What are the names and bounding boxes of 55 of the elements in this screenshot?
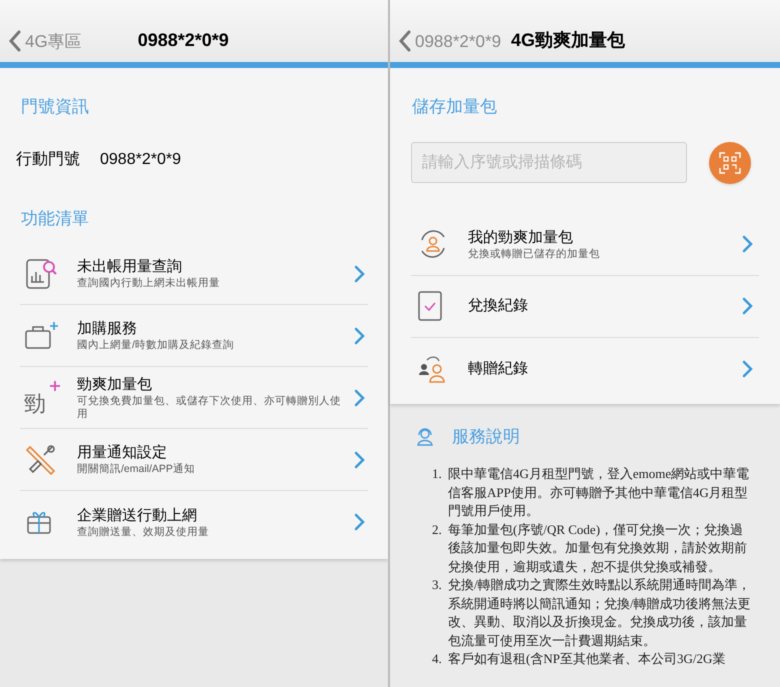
section-heading: 儲存加量包: [411, 96, 498, 118]
list-number: 2.: [432, 520, 443, 538]
menu-item-subtitle: 可兌換免費加量包、或儲存下次使用、亦可轉贈別人使用: [77, 394, 342, 420]
menu-item-subtitle: 國內上網量/時數加購及紀錄查詢: [77, 339, 235, 352]
note-text: 兌換/轉贈成功之實際生效時點以系統開通時間為準，系統開通時將以簡訊通知；兌換/轉贈成功後將無法更改、異動、取消以及折換現金。兌換成功後，該加量包流量可使用至次一計費週期結束。: [448, 576, 752, 650]
bag-plus-icon: [24, 320, 60, 350]
menu-item[interactable]: 用量通知設定 開關簡訊/email/APP通知: [20, 429, 368, 491]
menu-item[interactable]: 我的勁爽加量包 兌換或轉贈已儲存的加量包: [411, 214, 759, 276]
menu-item-title: 企業贈送行動上網: [77, 506, 198, 526]
nav-title: 4G勁爽加量包: [511, 29, 626, 52]
chevron-right-icon: [742, 297, 754, 315]
phone-number: 0988*2*0*9: [100, 150, 181, 170]
menu-item-subtitle: 查詢贈送量、效期及使用量: [77, 526, 210, 538]
qr-scan-button[interactable]: [709, 142, 751, 184]
chevron-right-icon: [354, 264, 366, 282]
chevron-right-icon: [354, 326, 366, 344]
menu-item-title: 兌換紀錄: [468, 296, 529, 316]
list-number: 4.: [432, 650, 443, 668]
code-input-field[interactable]: 請輸入序號或掃描條碼: [411, 142, 687, 183]
list-number: 3.: [432, 576, 443, 594]
note-text: 每筆加量包(序號/QR Code)，僅可兌換一次；兌換過後該加量包即失效。加量包有兌換效期，請於效期前兌換使用，逾期或遺失，恕不提供兌換或補發。: [448, 520, 748, 576]
menu-item[interactable]: 兌換紀錄: [411, 276, 759, 338]
menu-item[interactable]: 轉贈紀錄: [411, 338, 759, 400]
menu-item[interactable]: 勁 勁爽加量包 可兌換免費加量包、或儲存下次使用、亦可轉贈別人使用: [20, 367, 368, 429]
field-label: 行動門號: [16, 150, 80, 170]
checked-document-icon: [417, 290, 443, 322]
chevron-right-icon: [742, 360, 754, 378]
list-number: 1.: [432, 465, 443, 483]
menu-item-subtitle: 兌換或轉贈已儲存的加量包: [468, 248, 601, 260]
nav-title: 0988*2*0*9: [138, 29, 229, 52]
menu-item-title: 我的勁爽加量包: [468, 228, 574, 248]
menu-item[interactable]: 未出帳用量查詢 查詢國內行動上網未出帳用量: [20, 243, 368, 305]
section-heading: 服務說明: [452, 426, 520, 448]
wrench-screwdriver-icon: [24, 442, 58, 476]
menu-item-title: 用量通知設定: [77, 443, 168, 463]
chevron-right-icon: [354, 388, 366, 406]
menu-item-title: 未出帳用量查詢: [77, 257, 183, 277]
chevron-right-icon: [354, 513, 366, 531]
menu-item[interactable]: 企業贈送行動上網 查詢贈送量、效期及使用量: [20, 491, 368, 553]
chevron-right-icon: [742, 235, 754, 253]
note-text: 客戶如有退租(含NP至其他業者、本公司3G/2G業: [448, 650, 726, 668]
qr-code-icon: [719, 152, 741, 174]
section-heading: 功能清單: [20, 208, 90, 230]
back-chevron-icon: [398, 30, 411, 52]
section-heading: 門號資訊: [20, 96, 90, 118]
note-text: 限中華電信4G月租型門號，登入emome網站或中華電信客服APP使用。亦可轉贈予其他中華電信4G月租型門號用戶使用。: [448, 465, 750, 520]
menu-item-title: 轉贈紀錄: [468, 358, 529, 378]
menu-item-subtitle: 查詢國內行動上網未出帳用量: [77, 277, 221, 290]
menu-item-subtitle: 開關簡訊/email/APP通知: [77, 463, 196, 476]
menu-item-title: 加購服務: [77, 319, 138, 339]
chevron-right-icon: [354, 450, 366, 468]
menu-item-title: 勁爽加量包: [77, 374, 153, 394]
back-chevron-icon: [8, 30, 21, 52]
headset-person-icon: [416, 426, 434, 446]
menu-item[interactable]: 加購服務 國內上網量/時數加購及紀錄查詢: [20, 305, 368, 367]
